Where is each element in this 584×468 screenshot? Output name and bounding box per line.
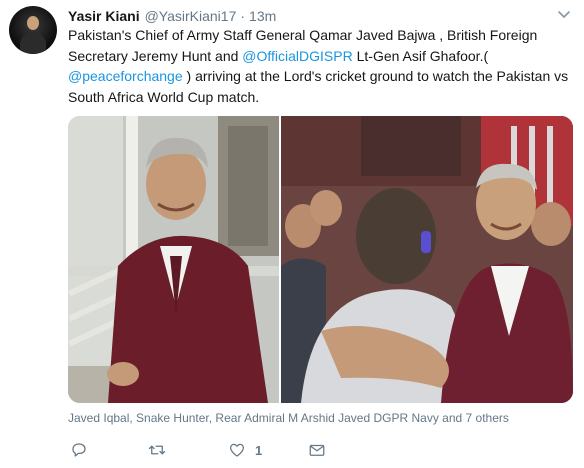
photo-left-illustration [68, 116, 279, 403]
tweet-text-segment: ) arriving at the Lord's cricket ground … [182, 68, 569, 84]
media-photo-right[interactable] [281, 116, 573, 403]
photo-right-illustration [281, 116, 573, 403]
tweet-text-line: Secretary Jeremy Hunt and @OfficialDGISP… [68, 46, 574, 67]
tweet-text-line: South Africa World Cup match. [68, 87, 574, 108]
author-name[interactable]: Yasir Kiani [68, 8, 140, 24]
chevron-down-icon[interactable] [556, 8, 572, 22]
tweet-text-line: Pakistan's Chief of Army Staff General Q… [68, 25, 574, 46]
tweet-media[interactable] [68, 116, 573, 403]
retweet-button[interactable] [148, 438, 166, 462]
tweet-header: Yasir Kiani @YasirKiani17 · 13m [68, 7, 276, 25]
like-button[interactable]: 1 [228, 438, 262, 462]
reply-button[interactable] [70, 438, 88, 462]
liked-by-summary[interactable]: Javed Iqbal, Snake Hunter, Rear Admiral … [68, 411, 509, 425]
mention-link[interactable]: @OfficialDGISPR [242, 48, 352, 64]
reply-icon [72, 443, 86, 457]
tweet-actions: 1 [68, 438, 574, 462]
separator-dot: · [240, 8, 246, 24]
like-count: 1 [255, 442, 263, 458]
tweet-text-segment: Pakistan's Chief of Army Staff General Q… [68, 27, 538, 43]
tweet-text-segment: Lt-Gen Asif Ghafoor.( [352, 47, 489, 64]
avatar-body [20, 32, 46, 54]
avatar-face [27, 16, 39, 30]
tweet[interactable]: Yasir Kiani @YasirKiani17 · 13m Pakistan… [0, 0, 584, 468]
tweet-text-segment: Secretary Jeremy Hunt and [68, 47, 243, 64]
avatar[interactable] [9, 6, 57, 54]
author-handle[interactable]: @YasirKiani17 [145, 8, 237, 24]
direct-message-button[interactable] [308, 438, 326, 462]
tweet-timestamp[interactable]: 13m [249, 8, 276, 24]
mention-link[interactable]: @peaceforchange [68, 68, 183, 84]
media-photo-left[interactable] [68, 116, 279, 403]
retweet-icon [148, 445, 166, 455]
tweet-text: Pakistan's Chief of Army Staff General Q… [68, 25, 574, 107]
heart-icon [229, 443, 245, 457]
envelope-icon [309, 444, 325, 456]
tweet-text-line: @peaceforchange ) arriving at the Lord's… [68, 66, 574, 87]
tweet-text-segment: South Africa World Cup match. [68, 88, 260, 105]
